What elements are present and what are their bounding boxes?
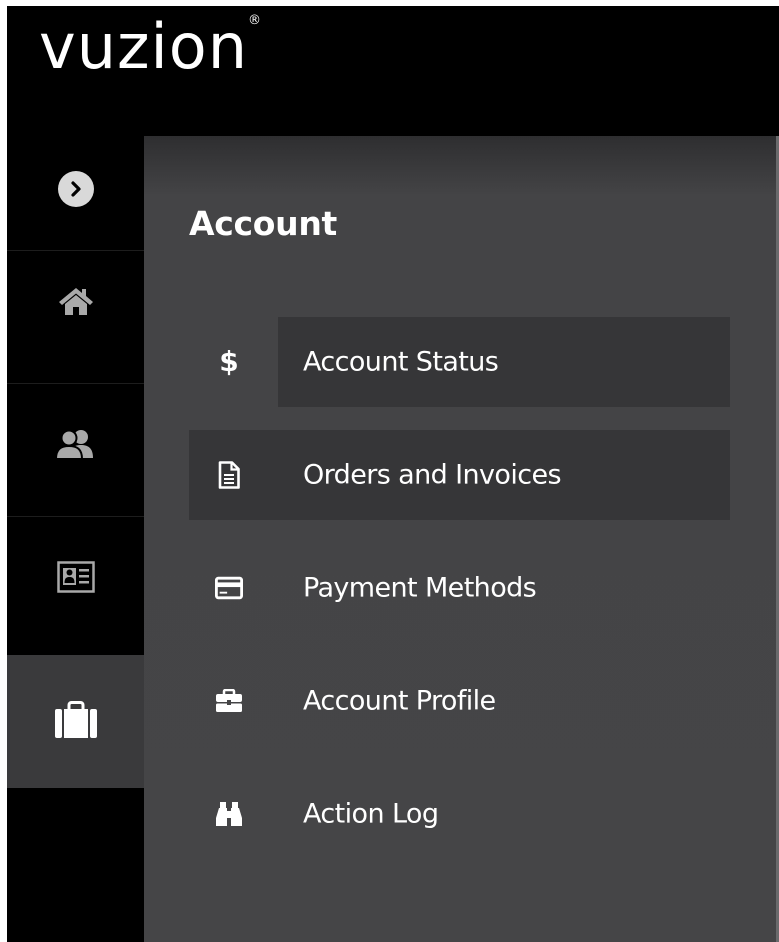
panel-title: Account [189, 204, 337, 243]
menu-item-account-status[interactable]: $ Account Status [189, 317, 730, 407]
menu-item-label: Action Log [303, 798, 439, 830]
app-container: vuzion ® Account $ Account Status Orders… [7, 6, 779, 942]
dollar-icon: $ [219, 345, 239, 378]
users-icon [54, 428, 97, 464]
vuzion-logo[interactable]: vuzion ® [39, 6, 261, 116]
rail-expand-button[interactable] [7, 136, 144, 251]
menu-item-label: Account Profile [303, 685, 496, 717]
rail-item-users[interactable] [7, 384, 144, 517]
briefcase-icon [215, 687, 243, 715]
menu-item-account-profile[interactable]: Account Profile [189, 656, 730, 746]
chevron-right-icon [57, 170, 94, 207]
rail-item-account[interactable] [7, 655, 144, 788]
credit-card-icon [215, 574, 243, 602]
menu-item-payment-methods[interactable]: Payment Methods [189, 543, 730, 633]
menu-item-label: Orders and Invoices [303, 459, 562, 491]
menu-item-action-log[interactable]: Action Log [189, 769, 730, 859]
brand-name: vuzion [39, 10, 248, 83]
briefcase-icon [54, 700, 98, 743]
document-icon [215, 461, 243, 489]
menu-item-label: Payment Methods [303, 572, 537, 604]
binoculars-icon [215, 800, 243, 828]
window: vuzion ® Account $ Account Status Orders… [0, 0, 779, 942]
registered-mark: ® [247, 13, 262, 28]
home-icon [56, 285, 96, 321]
id-card-icon [56, 560, 95, 597]
account-panel: Account $ Account Status Orders and Invo… [144, 136, 779, 942]
rail-item-contacts[interactable] [7, 517, 144, 650]
icon-rail [7, 136, 144, 942]
menu-item-label: Account Status [303, 346, 499, 378]
rail-item-home[interactable] [7, 251, 144, 384]
menu-item-orders-and-invoices[interactable]: Orders and Invoices [189, 430, 730, 520]
